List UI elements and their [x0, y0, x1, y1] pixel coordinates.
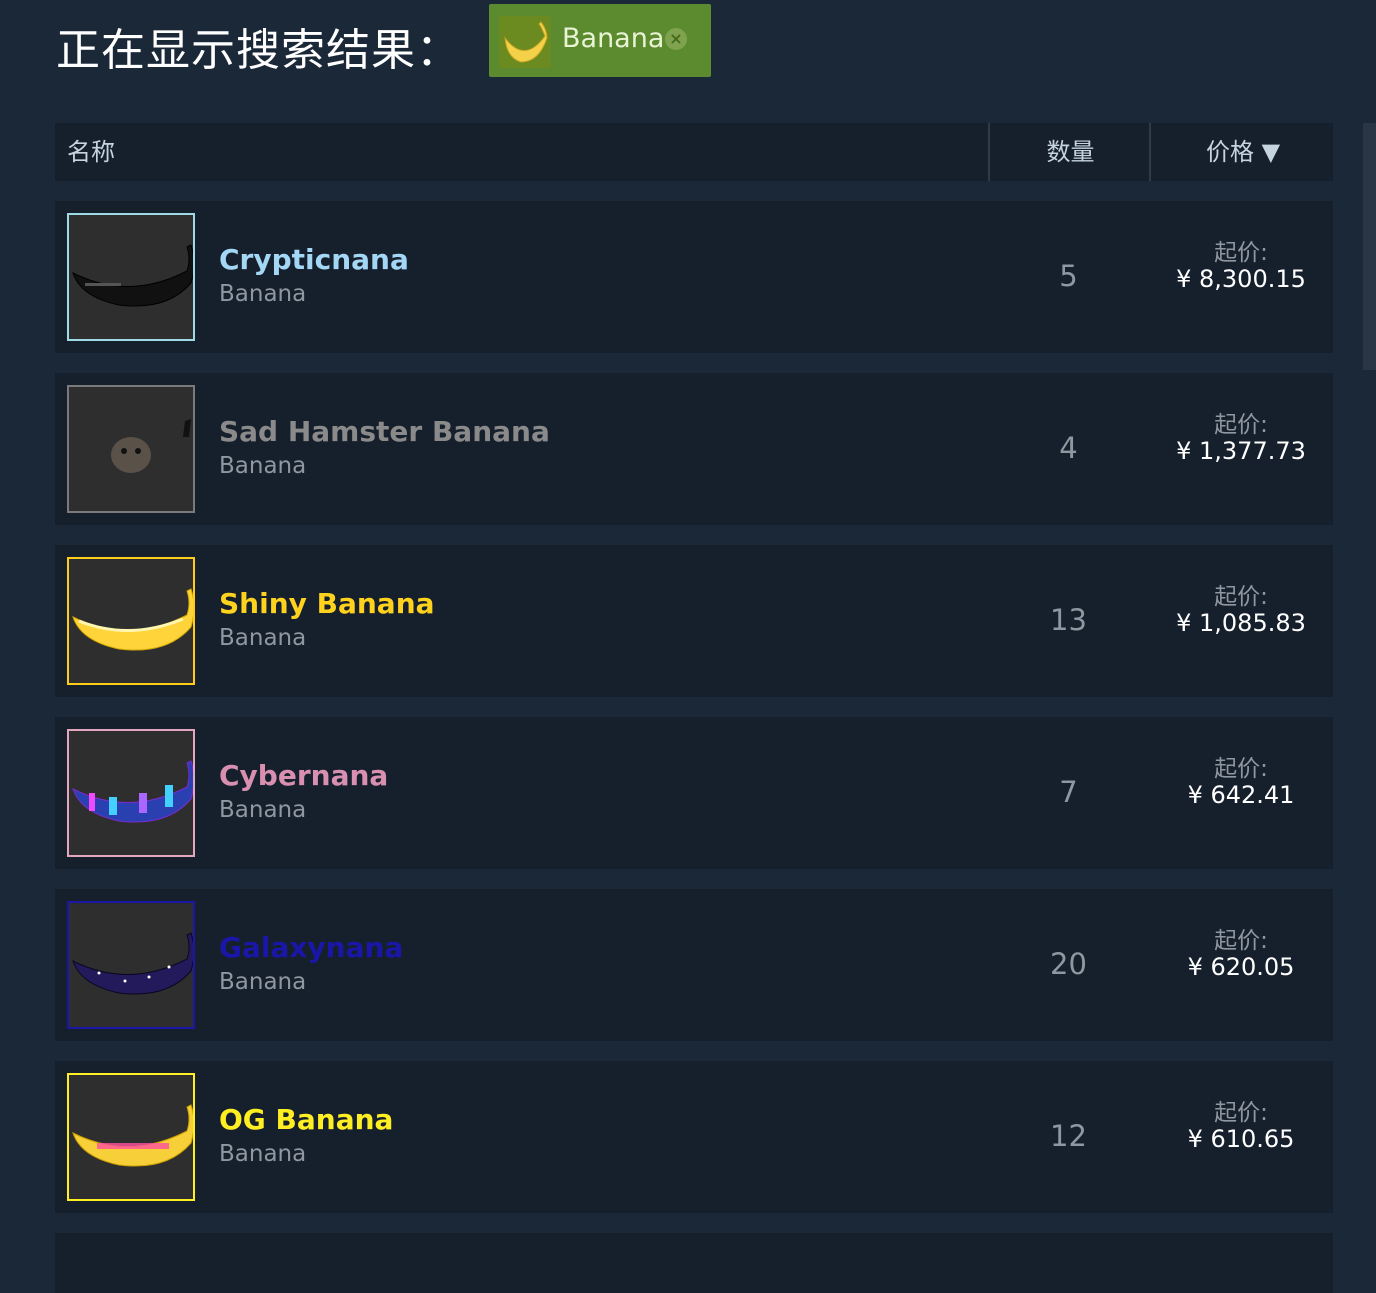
listing-row[interactable]: Sad Hamster Banana Banana 4 起价: ¥ 1,377.… — [55, 373, 1333, 525]
crypticnana-icon — [72, 244, 193, 307]
price-label: 起价: — [1214, 756, 1268, 782]
item-price: ¥ 1,085.83 — [1176, 609, 1306, 637]
page-header: 正在显示搜索结果： Banana × — [56, 0, 1376, 90]
item-type: Banana — [219, 625, 307, 651]
scrollbar[interactable] — [1363, 123, 1376, 370]
column-header-quantity[interactable]: 数量 — [988, 123, 1151, 181]
item-type: Banana — [219, 281, 307, 307]
listing-row[interactable]: OG Banana Banana 12 起价: ¥ 610.65 — [55, 1061, 1333, 1213]
filter-tag-banana[interactable]: Banana × — [489, 4, 711, 77]
galaxynana-icon — [72, 932, 193, 995]
item-thumbnail — [67, 385, 195, 513]
filter-tag-label: Banana — [562, 23, 665, 54]
item-quantity: 5 — [1059, 259, 1078, 293]
table-header: 名称 数量 价格 ▼ — [55, 123, 1333, 181]
item-type: Banana — [219, 453, 307, 479]
item-name[interactable]: Galaxynana — [219, 931, 403, 964]
og-banana-icon — [72, 1104, 193, 1167]
item-name[interactable]: Sad Hamster Banana — [219, 415, 550, 448]
item-name[interactable]: OG Banana — [219, 1103, 393, 1136]
item-thumbnail — [67, 213, 195, 341]
listing-table: 名称 数量 价格 ▼ Crypticnana Banana 5 起价: ¥ 8,… — [55, 123, 1333, 1293]
item-type: Banana — [219, 797, 307, 823]
listing-row[interactable]: Galaxynana Banana 20 起价: ¥ 620.05 — [55, 889, 1333, 1041]
price-label: 起价: — [1214, 412, 1268, 438]
item-name[interactable]: Cybernana — [219, 759, 388, 792]
item-thumbnail — [67, 901, 195, 1029]
item-price: ¥ 620.05 — [1187, 953, 1295, 981]
sad-hamster-icon — [111, 419, 191, 473]
item-quantity: 13 — [1050, 603, 1087, 637]
item-price: ¥ 642.41 — [1187, 781, 1295, 809]
price-label: 起价: — [1214, 1100, 1268, 1126]
item-name[interactable]: Crypticnana — [219, 243, 409, 276]
listing-row[interactable]: Cybernana Banana 7 起价: ¥ 642.41 — [55, 717, 1333, 869]
item-type: Banana — [219, 1141, 307, 1167]
listing-row[interactable]: Crypticnana Banana 5 起价: ¥ 8,300.15 — [55, 201, 1333, 353]
item-quantity: 12 — [1050, 1119, 1087, 1153]
banana-icon — [499, 16, 551, 68]
item-price: ¥ 1,377.73 — [1176, 437, 1306, 465]
item-type: Banana — [219, 969, 307, 995]
price-label: 起价: — [1214, 584, 1268, 610]
item-quantity: 7 — [1059, 775, 1078, 809]
item-thumbnail — [67, 1073, 195, 1201]
listing-row[interactable]: Shiny Banana Banana 13 起价: ¥ 1,085.83 — [55, 545, 1333, 697]
price-label: 起价: — [1214, 928, 1268, 954]
item-price: ¥ 610.65 — [1187, 1125, 1295, 1153]
listing-row[interactable] — [55, 1233, 1333, 1293]
item-price: ¥ 8,300.15 — [1176, 265, 1306, 293]
shiny-banana-icon — [72, 588, 193, 651]
item-quantity: 4 — [1059, 431, 1078, 465]
price-label: 起价: — [1214, 240, 1268, 266]
column-header-price[interactable]: 价格 ▼ — [1149, 123, 1335, 181]
item-name[interactable]: Shiny Banana — [219, 587, 435, 620]
close-circle-icon[interactable]: × — [665, 28, 687, 50]
item-thumbnail — [67, 557, 195, 685]
item-thumbnail — [67, 729, 195, 857]
results-title: 正在显示搜索结果： — [56, 25, 461, 76]
item-quantity: 20 — [1050, 947, 1087, 981]
column-header-name[interactable]: 名称 — [67, 123, 115, 181]
cybernana-icon — [72, 760, 193, 823]
